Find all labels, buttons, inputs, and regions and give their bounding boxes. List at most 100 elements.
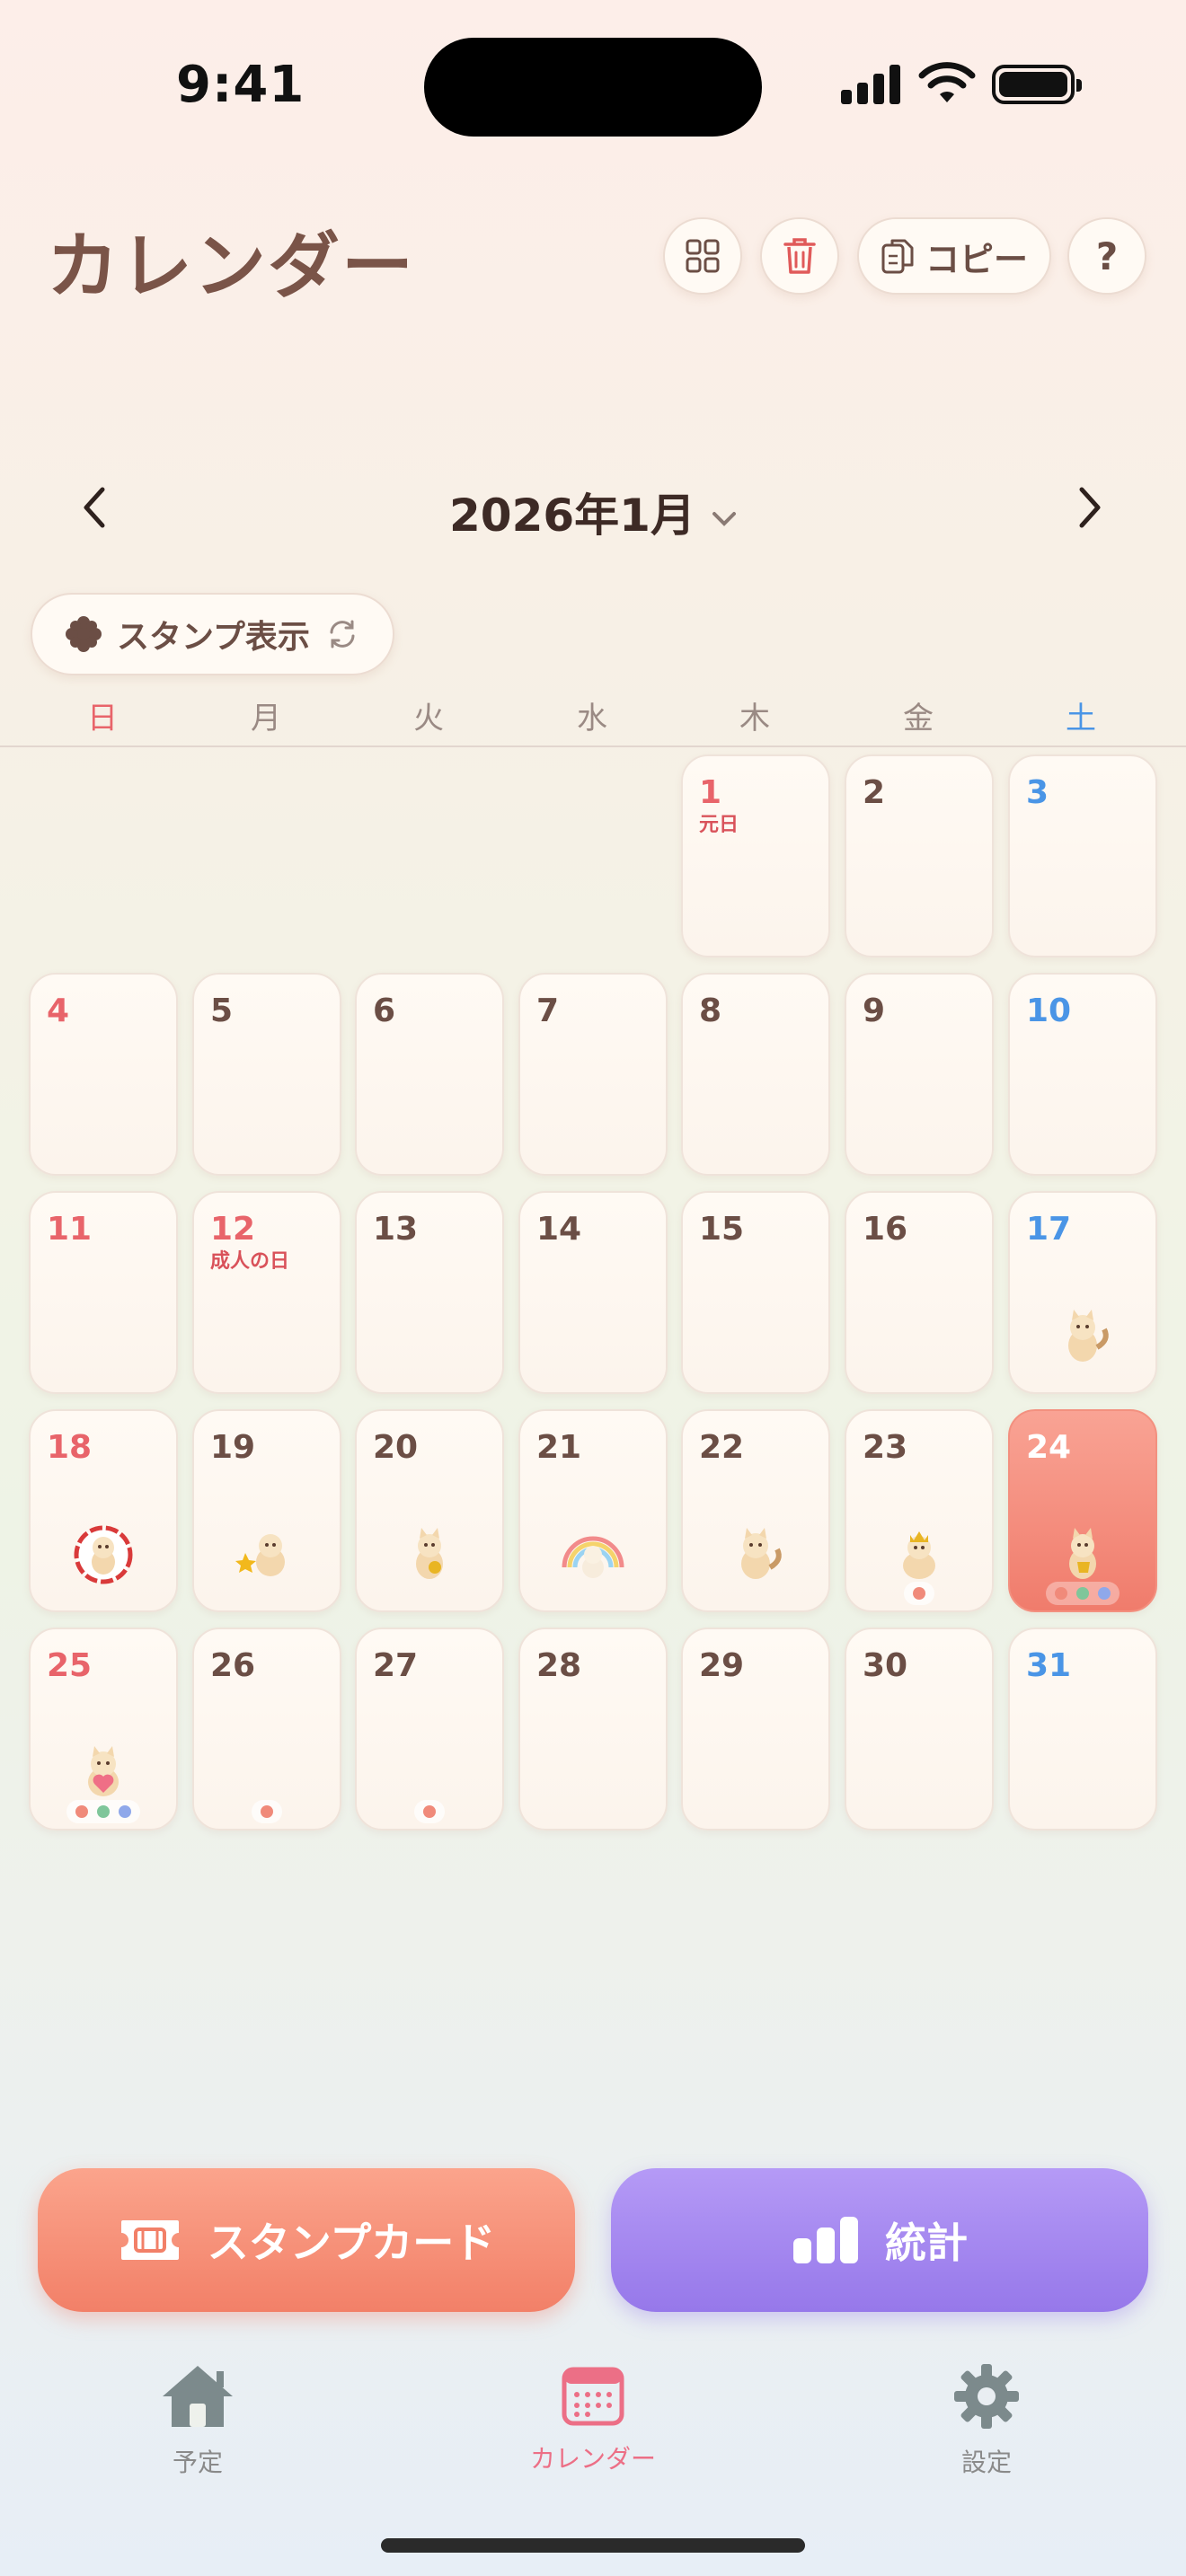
flower-stamp-icon (66, 616, 102, 652)
day-number: 19 (210, 1429, 256, 1466)
tab-settings[interactable]: 設定 (888, 2362, 1085, 2479)
day-number: 18 (47, 1429, 93, 1466)
trash-icon (783, 238, 816, 274)
day-cell[interactable]: 12 成人の日 (192, 1191, 341, 1394)
next-month-button[interactable] (1058, 476, 1121, 539)
day-cell[interactable]: 22 (681, 1409, 830, 1612)
day-number: 12 (210, 1211, 256, 1248)
event-dots (1046, 1582, 1120, 1605)
dynamic-island (424, 38, 762, 137)
bar-chart-icon (793, 2217, 858, 2263)
day-cell-today[interactable]: 24 (1008, 1409, 1157, 1612)
day-cell[interactable]: 4 (29, 973, 178, 1176)
copy-button[interactable]: コピー (857, 217, 1051, 295)
day-cell[interactable]: 28 (518, 1628, 668, 1831)
day-cell[interactable]: 18 (29, 1409, 178, 1612)
day-cell[interactable]: 5 (192, 973, 341, 1176)
grid-icon (686, 239, 720, 273)
day-number: 5 (210, 992, 234, 1029)
day-number: 30 (863, 1647, 908, 1684)
day-cell[interactable]: 31 (1008, 1628, 1157, 1831)
day-number: 17 (1026, 1211, 1072, 1248)
event-dot (119, 1805, 131, 1818)
grid-view-button[interactable] (663, 217, 742, 295)
day-cell[interactable]: 29 (681, 1628, 830, 1831)
month-picker[interactable]: 2026年1月 (0, 480, 1186, 544)
day-cell[interactable]: 8 (681, 973, 830, 1176)
day-cell[interactable]: 1 元日 (681, 754, 830, 957)
event-dot (97, 1805, 110, 1818)
event-dot (913, 1587, 925, 1600)
cat-stamp-icon (1068, 1310, 1109, 1362)
day-number: 16 (863, 1211, 908, 1248)
page-title: カレンダー (47, 225, 415, 308)
day-cell[interactable]: 19 (192, 1409, 341, 1612)
day-number: 9 (863, 992, 886, 1029)
event-dot (1098, 1587, 1111, 1600)
day-cell[interactable]: 27 (355, 1628, 504, 1831)
sync-icon (330, 620, 355, 648)
weekday-fri: 金 (903, 701, 934, 737)
stamp-display-label: スタンプ表示 (117, 619, 310, 656)
day-cell[interactable]: 10 (1008, 973, 1157, 1176)
day-cell[interactable]: 13 (355, 1191, 504, 1394)
day-cell[interactable]: 11 (29, 1191, 178, 1394)
holiday-label: 元日 (699, 814, 739, 836)
wifi-icon (918, 62, 976, 102)
calendar-icon (562, 2367, 624, 2426)
event-dot (1055, 1587, 1067, 1600)
day-cell[interactable]: 15 (681, 1191, 830, 1394)
day-cell[interactable]: 17 (1008, 1191, 1157, 1394)
day-number: 27 (373, 1647, 419, 1684)
day-number: 21 (536, 1429, 582, 1466)
day-number: 23 (863, 1429, 908, 1466)
help-icon: ? (1095, 234, 1119, 278)
day-number: 10 (1026, 992, 1072, 1029)
day-number: 29 (699, 1647, 745, 1684)
stats-label: 統計 (885, 2219, 968, 2267)
day-cell[interactable]: 14 (518, 1191, 668, 1394)
chevron-down-icon (712, 511, 736, 526)
cat-medal-stamp-icon (416, 1528, 443, 1579)
month-navigation: 2026年1月 (0, 467, 1186, 548)
day-cell[interactable]: 21 (518, 1409, 668, 1612)
event-dot (1076, 1587, 1089, 1600)
day-number: 13 (373, 1211, 419, 1248)
day-cell[interactable]: 3 (1008, 754, 1157, 957)
day-number: 22 (699, 1429, 745, 1466)
day-number: 3 (1026, 774, 1049, 811)
tab-calendar[interactable]: カレンダー (494, 2362, 692, 2475)
cellular-signal-icon (841, 65, 902, 104)
weekday-sun: 日 (87, 701, 118, 737)
day-number: 26 (210, 1647, 256, 1684)
stats-button[interactable]: 統計 (611, 2168, 1148, 2312)
day-cell[interactable]: 30 (845, 1628, 994, 1831)
tab-home[interactable]: 予定 (99, 2362, 296, 2479)
day-number: 11 (47, 1211, 93, 1248)
stamp-card-button[interactable]: スタンプカード (38, 2168, 575, 2312)
stamp-display-toggle[interactable]: スタンプ表示 (31, 593, 394, 675)
day-cell[interactable]: 7 (518, 973, 668, 1176)
cat-star-stamp-icon (235, 1534, 285, 1576)
day-cell[interactable]: 6 (355, 973, 504, 1176)
day-cell[interactable]: 23 (845, 1409, 994, 1612)
weekday-tue: 火 (413, 701, 444, 737)
event-dot (261, 1805, 273, 1818)
status-time: 9:41 (176, 56, 305, 114)
day-number: 31 (1026, 1647, 1072, 1684)
day-cell[interactable]: 26 (192, 1628, 341, 1831)
event-dots (252, 1800, 282, 1823)
copy-icon (881, 239, 914, 274)
day-cell[interactable]: 9 (845, 973, 994, 1176)
stamp-card-label: スタンプカード (207, 2219, 496, 2267)
help-button[interactable]: ? (1067, 217, 1146, 295)
event-dots (414, 1800, 445, 1823)
cat-flower-stamp-icon (74, 1525, 133, 1584)
ticket-icon (120, 2220, 179, 2260)
day-cell[interactable]: 20 (355, 1409, 504, 1612)
delete-button[interactable] (760, 217, 839, 295)
day-cell[interactable]: 25 (29, 1628, 178, 1831)
day-cell[interactable]: 16 (845, 1191, 994, 1394)
day-cell[interactable]: 2 (845, 754, 994, 957)
event-dot (423, 1805, 436, 1818)
